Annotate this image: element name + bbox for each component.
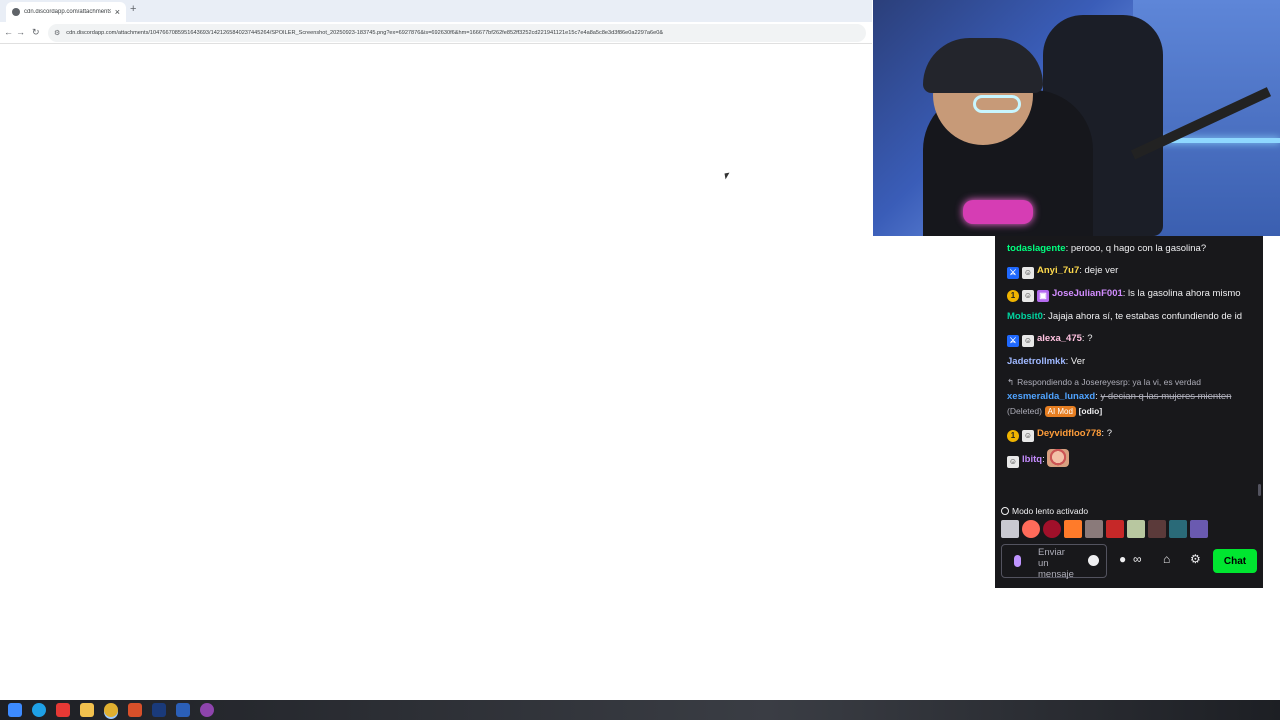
chat-username[interactable]: todaslagente (1007, 243, 1066, 254)
word-icon[interactable] (176, 703, 190, 717)
chat-message: ⚔ ☺ alexa_475: ? (1007, 331, 1251, 347)
chat-reply-message: ↰ Respondiendo a Josereyesrp: ya la vi, e… (1007, 376, 1251, 419)
brave-icon[interactable] (56, 703, 70, 717)
chat-text: : Jajaja ahora sí, te estabas confundien… (1042, 311, 1243, 322)
gear-icon[interactable]: ⚙ (1190, 553, 1201, 565)
subscriber-badge-icon[interactable]: ☺ (1007, 456, 1019, 468)
chat-text: : ? (1101, 428, 1112, 439)
chatter-avatar[interactable] (1169, 520, 1187, 538)
forward-button[interactable]: → (16, 27, 25, 37)
edge-icon[interactable] (32, 703, 46, 717)
url-text: cdn.discordapp.com/attachments/104766708… (66, 30, 664, 36)
browser-toolbar: ← → ↻ ⚙ cdn.discordapp.com/attachments/1… (0, 22, 872, 44)
close-tab-icon[interactable]: × (115, 7, 120, 17)
microphone-icon[interactable] (1014, 555, 1021, 567)
bits-badge-icon[interactable]: 1 (1007, 430, 1019, 442)
chatter-avatar[interactable] (1148, 520, 1166, 538)
new-tab-button[interactable]: + (130, 3, 136, 15)
moderator-badge-icon[interactable]: ⚔ (1007, 335, 1019, 347)
chat-message: todaslagente: perooo, q hago con la gaso… (1007, 241, 1251, 256)
chatter-avatar[interactable] (1085, 520, 1103, 538)
chat-text: : perooo, q hago con la gasolina? (1065, 243, 1207, 254)
clock-icon (1001, 507, 1009, 515)
chat-username[interactable]: Mobsit0 (1007, 311, 1043, 322)
webcam-cap (923, 38, 1043, 93)
app-icon[interactable] (128, 703, 142, 717)
reply-context-text: Respondiendo a Josereyesrp: ya la vi, es… (1017, 377, 1201, 387)
chatter-avatar[interactable] (1001, 520, 1019, 538)
chatter-avatar[interactable] (1022, 520, 1040, 538)
chat-input[interactable]: Enviar un mensaje (1001, 544, 1107, 580)
chatter-avatar[interactable] (1064, 520, 1082, 538)
recent-chatters-row (1001, 520, 1208, 538)
webcam-glasses (973, 95, 1021, 113)
browser-tab[interactable]: cdn.discordapp.com/attachments/ × (6, 2, 126, 22)
send-chat-button[interactable]: Chat (1213, 549, 1257, 573)
globe-icon (12, 8, 20, 16)
gift-badge-icon[interactable]: ▣ (1037, 290, 1049, 302)
webcam-microphone (963, 200, 1033, 224)
chatter-avatar[interactable] (1106, 520, 1124, 538)
tab-title: cdn.discordapp.com/attachments/ (24, 9, 111, 15)
channel-points-icon[interactable]: ● (1119, 553, 1126, 565)
mouse-cursor (724, 172, 731, 180)
chat-input-placeholder: Enviar un mensaje (1038, 547, 1074, 580)
webcam-overlay (873, 0, 1280, 236)
chrome-icon[interactable] (104, 703, 118, 717)
photoshop-icon[interactable] (152, 703, 166, 717)
chat-text: : ls la gasolina ahora mismo (1122, 288, 1241, 299)
chat-username[interactable]: alexa_475 (1037, 333, 1082, 344)
bits-badge-icon[interactable]: 1 (1007, 290, 1019, 302)
slow-mode-notice: Modo lento activado (1001, 506, 1088, 516)
chat-scrollbar[interactable] (1258, 484, 1261, 496)
emote-picker-icon[interactable] (1088, 555, 1099, 566)
reply-arrow-icon: ↰ (1007, 377, 1015, 387)
subscriber-badge-icon[interactable]: ☺ (1022, 430, 1034, 442)
slow-mode-text: Modo lento activado (1012, 506, 1089, 516)
chat-messages: todaslagente: perooo, q hago con la gaso… (995, 236, 1263, 502)
subscriber-badge-icon[interactable]: ☺ (1022, 290, 1034, 302)
chat-message: 1 ☺ ▣ JoseJulianF001: ls la gasolina ahora … (1007, 286, 1251, 302)
automod-label: [odio] (1078, 406, 1103, 416)
address-bar[interactable]: ⚙ cdn.discordapp.com/attachments/1047667… (48, 24, 866, 42)
chat-username[interactable]: xesmeralda_lunaxd (1007, 391, 1095, 402)
chat-text: : Ver (1065, 356, 1086, 367)
browser-tabbar: cdn.discordapp.com/attachments/ × + (0, 0, 872, 22)
face-emote-icon (1047, 449, 1070, 467)
subscriber-badge-icon[interactable]: ☺ (1022, 335, 1034, 347)
obs-icon[interactable] (200, 703, 214, 717)
reply-context[interactable]: ↰ Respondiendo a Josereyesrp: ya la vi, e… (1007, 376, 1251, 388)
reload-button[interactable]: ↻ (32, 27, 40, 38)
chatter-avatar[interactable] (1043, 520, 1061, 538)
deleted-tag: (Deleted) (1007, 406, 1042, 416)
chat-username[interactable]: Jadetrollmkk (1007, 356, 1066, 367)
chat-text: : deje ver (1079, 265, 1119, 276)
chat-message: ⚔ ☺ Anyi_7u7: deje ver (1007, 263, 1251, 279)
screen: cdn.discordapp.com/attachments/ × + ← → … (0, 0, 1280, 720)
moderator-badge-icon[interactable]: ⚔ (1007, 267, 1019, 279)
chat-panel: todaslagente: perooo, q hago con la gaso… (995, 236, 1263, 588)
site-info-icon[interactable]: ⚙ (54, 29, 60, 37)
folder-icon[interactable] (80, 703, 94, 717)
chat-message: Mobsit0: Jajaja ahora sí, te estabas con… (1007, 309, 1251, 324)
chat-username[interactable]: lbitq (1022, 454, 1042, 465)
infinity-icon[interactable]: ∞ (1133, 553, 1142, 565)
chat-username[interactable]: JoseJulianF001 (1052, 288, 1123, 299)
automod-badge: AI Mod (1044, 406, 1076, 417)
chat-username[interactable]: Deyvidfloo778 (1037, 428, 1101, 439)
windows-start-icon[interactable] (8, 703, 22, 717)
subscriber-badge-icon[interactable]: ☺ (1022, 267, 1034, 279)
chatter-avatar[interactable] (1127, 520, 1145, 538)
chat-message: Jadetrollmkk: Ver (1007, 354, 1251, 369)
back-button[interactable]: ← (4, 27, 13, 37)
deleted-text: y decian q las mujeres mienten (1100, 391, 1232, 402)
chat-username[interactable]: Anyi_7u7 (1037, 265, 1079, 276)
chatter-avatar[interactable] (1190, 520, 1208, 538)
taskbar (0, 700, 1280, 720)
chat-message: 1 ☺ Deyvidfloo778: ? (1007, 426, 1251, 442)
store-icon[interactable]: ⌂ (1163, 553, 1170, 565)
chat-message: ☺ lbitq: (1007, 449, 1251, 468)
chat-text: : ? (1081, 333, 1093, 344)
